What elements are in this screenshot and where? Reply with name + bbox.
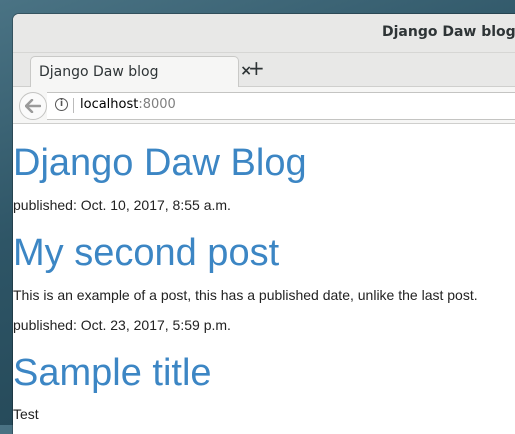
post-published-date-second: published: Oct. 23, 2017, 5:59 p.m. <box>13 317 231 333</box>
back-arrow-icon <box>25 99 41 113</box>
back-button[interactable] <box>19 92 47 120</box>
new-tab-button[interactable]: + <box>248 56 265 80</box>
blog-published-date: published: Oct. 10, 2017, 8:55 a.m. <box>13 197 231 213</box>
title-bar[interactable]: Django Daw blog - M <box>13 14 515 53</box>
post-body-second: This is an example of a post, this has a… <box>13 287 478 303</box>
window-title: Django Daw blog - M <box>382 24 515 40</box>
navigation-bar: i localhost:8000 <box>13 87 515 124</box>
url-text: localhost:8000 <box>80 97 176 112</box>
post-body-sample: Test <box>13 406 39 422</box>
tab-django-daw-blog[interactable]: Django Daw blog × <box>30 56 252 87</box>
tab-strip: Django Daw blog × + <box>13 53 515 87</box>
url-host: localhost <box>80 97 139 112</box>
page-content: Django Daw Blog published: Oct. 10, 2017… <box>13 124 515 434</box>
post-title-sample[interactable]: Sample title <box>13 352 212 395</box>
blog-title[interactable]: Django Daw Blog <box>13 142 307 185</box>
browser-window: Django Daw blog - M Django Daw blog × + … <box>13 14 515 434</box>
url-separator <box>73 98 74 113</box>
address-bar[interactable]: i localhost:8000 <box>47 92 515 120</box>
url-port: :8000 <box>138 97 176 112</box>
post-title-second[interactable]: My second post <box>13 232 279 275</box>
site-info-icon[interactable]: i <box>55 98 68 111</box>
tab-label: Django Daw blog <box>39 64 159 80</box>
